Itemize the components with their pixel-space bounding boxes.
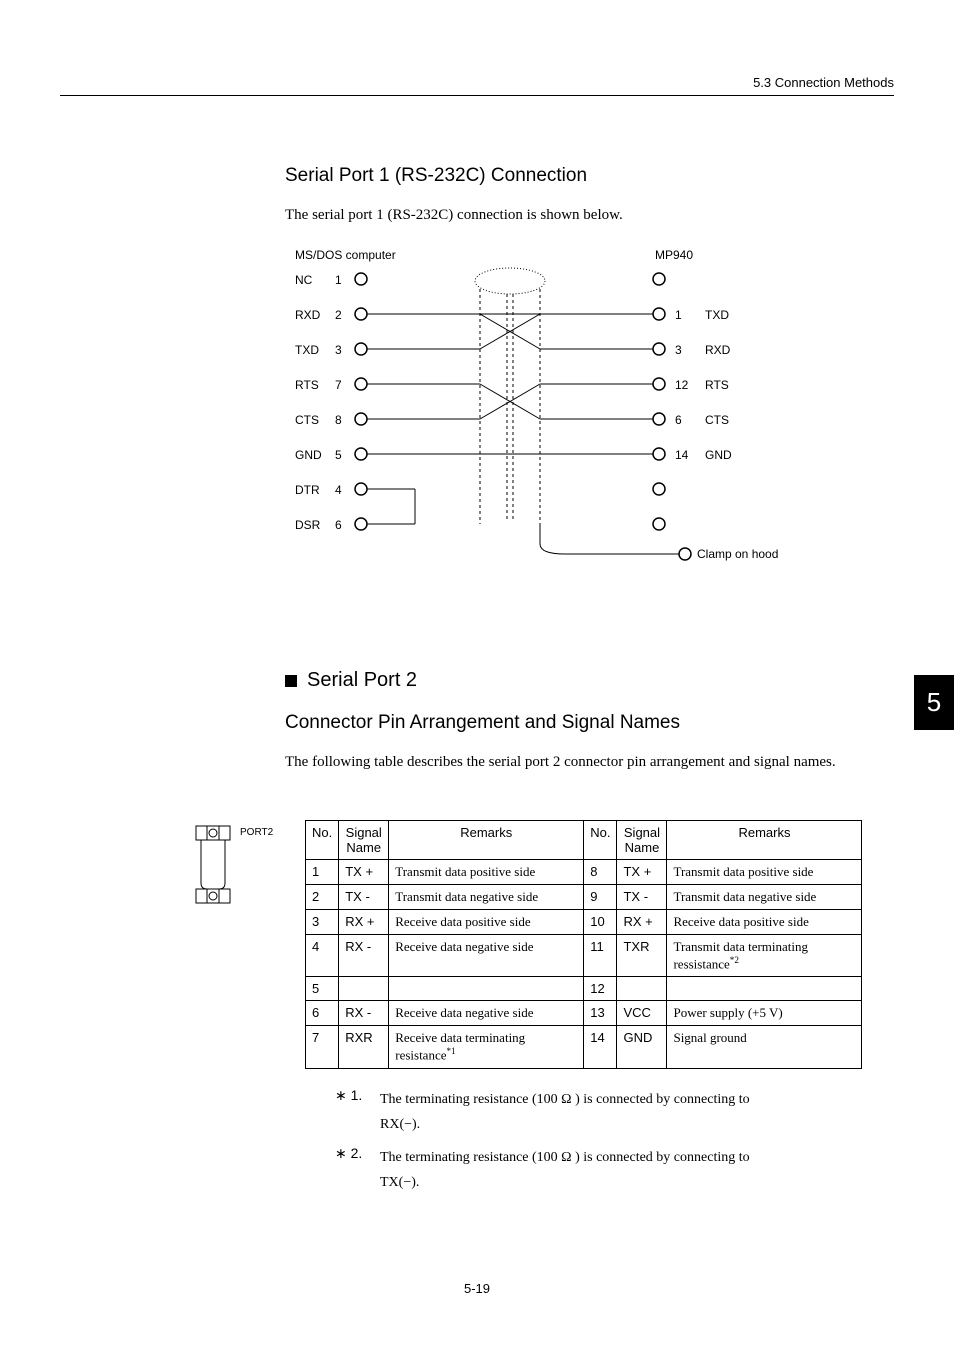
th-sig-r: Signal Name	[617, 821, 667, 860]
fn2-marker: ∗ 2.	[335, 1145, 380, 1195]
table-row: 1TX +Transmit data positive side8TX +Tra…	[306, 860, 862, 885]
svg-text:3: 3	[675, 343, 682, 357]
svg-text:12: 12	[675, 378, 689, 392]
footnotes: ∗ 1. The terminating resistance (100 Ω )…	[335, 1087, 894, 1196]
header-section: 5.3 Connection Methods	[753, 75, 894, 90]
fn1-text: The terminating resistance (100 Ω ) is c…	[380, 1092, 750, 1107]
th-no-l: No.	[306, 821, 339, 860]
bullet-icon	[285, 675, 297, 687]
svg-text:GND: GND	[705, 448, 732, 462]
svg-text:DTR: DTR	[295, 483, 320, 497]
header-rule	[60, 95, 894, 96]
table-row: 4RX -Receive data negative side11TXRTran…	[306, 935, 862, 977]
svg-text:3: 3	[335, 343, 342, 357]
table-row: 2TX -Transmit data negative side9TX -Tra…	[306, 885, 862, 910]
svg-text:DSR: DSR	[295, 518, 321, 532]
svg-text:14: 14	[675, 448, 689, 462]
svg-text:GND: GND	[295, 448, 322, 462]
fn2-text2: TX(−).	[380, 1175, 419, 1190]
clamp-label: Clamp on hood	[697, 547, 778, 561]
table-row: 7RXRReceive data terminating resistance*…	[306, 1026, 862, 1068]
svg-text:8: 8	[335, 413, 342, 427]
svg-text:6: 6	[675, 413, 682, 427]
svg-text:NC: NC	[295, 273, 313, 287]
section2-title: Serial Port 2	[307, 669, 417, 692]
svg-text:RXD: RXD	[295, 308, 321, 322]
th-rem-l: Remarks	[389, 821, 584, 860]
table-row: 6RX -Receive data negative side13VCCPowe…	[306, 1001, 862, 1026]
section1-title: Serial Port 1 (RS-232C) Connection	[285, 165, 894, 187]
pin-table: No. Signal Name Remarks No. Signal Name …	[305, 820, 862, 1069]
svg-text:5: 5	[335, 448, 342, 462]
page-number: 5-19	[0, 1281, 954, 1296]
section2-subtitle: Connector Pin Arrangement and Signal Nam…	[285, 712, 894, 734]
th-sig-l: Signal Name	[339, 821, 389, 860]
svg-text:RXD: RXD	[705, 343, 731, 357]
svg-text:6: 6	[335, 518, 342, 532]
port2-connector-icon	[195, 825, 231, 905]
svg-text:2: 2	[335, 308, 342, 322]
th-rem-r: Remarks	[667, 821, 862, 860]
svg-text:1: 1	[335, 273, 342, 287]
svg-text:RTS: RTS	[705, 378, 729, 392]
diagram-left-title: MS/DOS computer	[295, 248, 396, 262]
svg-text:CTS: CTS	[295, 413, 319, 427]
page-tab: 5	[914, 675, 954, 730]
svg-text:1: 1	[675, 308, 682, 322]
svg-text:RTS: RTS	[295, 378, 319, 392]
port2-label: PORT2	[240, 827, 273, 838]
th-no-r: No.	[584, 821, 617, 860]
section1-intro: The serial port 1 (RS-232C) connection i…	[285, 207, 894, 224]
wiring-diagram: .t { font: 12px Arial; } .ln { stroke: #…	[285, 244, 845, 574]
svg-text:TXD: TXD	[705, 308, 729, 322]
table-row: 512	[306, 977, 862, 1001]
fn1-marker: ∗ 1.	[335, 1087, 380, 1137]
diagram-right-title: MP940	[655, 248, 693, 262]
fn1-text2: RX(−).	[380, 1117, 420, 1132]
svg-text:4: 4	[335, 483, 342, 497]
svg-text:TXD: TXD	[295, 343, 319, 357]
svg-text:7: 7	[335, 378, 342, 392]
svg-text:CTS: CTS	[705, 413, 729, 427]
table-row: 3RX +Receive data positive side10RX +Rec…	[306, 910, 862, 935]
fn2-text: The terminating resistance (100 Ω ) is c…	[380, 1150, 750, 1165]
